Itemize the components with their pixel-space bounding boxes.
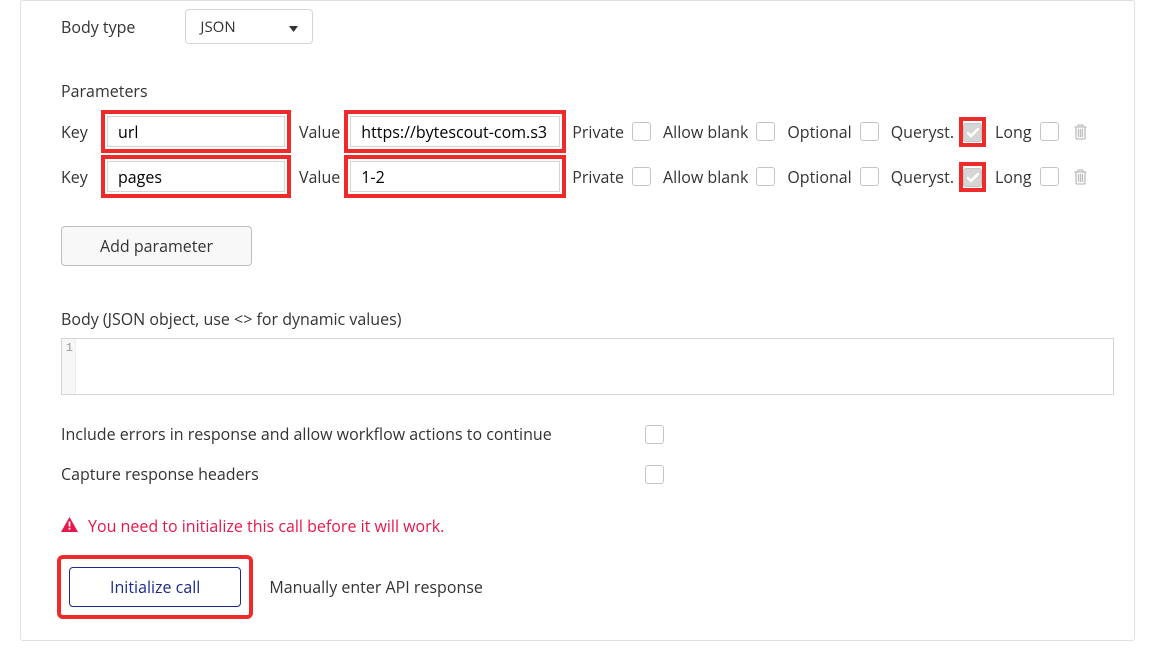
warning-text: You need to initialize this call before … (88, 515, 444, 537)
value-input[interactable] (350, 116, 560, 147)
allow-blank-label: Allow blank (663, 121, 748, 143)
allow-blank-label: Allow blank (663, 166, 748, 188)
long-label: Long (995, 121, 1031, 143)
value-input[interactable] (350, 161, 560, 192)
warning-row: You need to initialize this call before … (61, 515, 1114, 537)
allow-blank-checkbox[interactable] (756, 122, 775, 141)
parameter-row: Key Value Private Allow blank Optional Q… (61, 116, 1114, 147)
queryst-checkbox[interactable] (963, 168, 982, 187)
optional-label: Optional (787, 166, 851, 188)
capture-headers-checkbox[interactable] (645, 465, 664, 484)
body-type-select[interactable]: JSON (185, 9, 313, 44)
private-checkbox[interactable] (632, 167, 651, 186)
body-type-value: JSON (200, 17, 235, 37)
parameter-row: Key Value Private Allow blank Optional Q… (61, 161, 1114, 192)
queryst-checkbox[interactable] (963, 123, 982, 142)
optional-checkbox[interactable] (860, 167, 879, 186)
long-label: Long (995, 166, 1031, 188)
api-config-panel: Body type JSON Parameters Key Value Priv… (20, 0, 1135, 641)
warning-icon (61, 515, 78, 537)
private-checkbox[interactable] (632, 122, 651, 141)
value-label: Value (299, 166, 340, 188)
delete-icon[interactable] (1073, 124, 1088, 140)
caret-down-icon (289, 17, 298, 37)
body-type-label: Body type (61, 16, 135, 38)
optional-label: Optional (787, 121, 851, 143)
optional-checkbox[interactable] (860, 122, 879, 141)
include-errors-row: Include errors in response and allow wor… (61, 423, 1114, 445)
body-json-label: Body (JSON object, use <> for dynamic va… (61, 308, 1114, 330)
body-type-row: Body type JSON (61, 1, 1114, 50)
long-checkbox[interactable] (1040, 122, 1059, 141)
private-label: Private (572, 121, 624, 143)
allow-blank-checkbox[interactable] (756, 167, 775, 186)
parameters-label: Parameters (61, 80, 1114, 102)
key-label: Key (61, 166, 97, 188)
initialize-button[interactable]: Initialize call (69, 567, 241, 607)
capture-headers-label: Capture response headers (61, 463, 259, 485)
key-input[interactable] (107, 116, 285, 147)
key-input[interactable] (107, 161, 285, 192)
add-parameter-button[interactable]: Add parameter (61, 226, 252, 266)
include-errors-label: Include errors in response and allow wor… (61, 423, 552, 445)
long-checkbox[interactable] (1040, 167, 1059, 186)
queryst-label: Queryst. (891, 121, 954, 143)
initialize-row: Initialize call Manually enter API respo… (61, 559, 1114, 615)
editor-content[interactable] (76, 339, 1113, 394)
editor-gutter: 1 (62, 339, 76, 394)
delete-icon[interactable] (1073, 169, 1088, 185)
initialize-highlight: Initialize call (61, 559, 249, 615)
queryst-label: Queryst. (891, 166, 954, 188)
include-errors-checkbox[interactable] (645, 425, 664, 444)
manual-entry-link[interactable]: Manually enter API response (269, 576, 483, 598)
body-json-editor[interactable]: 1 (61, 338, 1114, 395)
key-label: Key (61, 121, 97, 143)
value-label: Value (299, 121, 340, 143)
private-label: Private (572, 166, 624, 188)
capture-headers-row: Capture response headers (61, 463, 1114, 485)
